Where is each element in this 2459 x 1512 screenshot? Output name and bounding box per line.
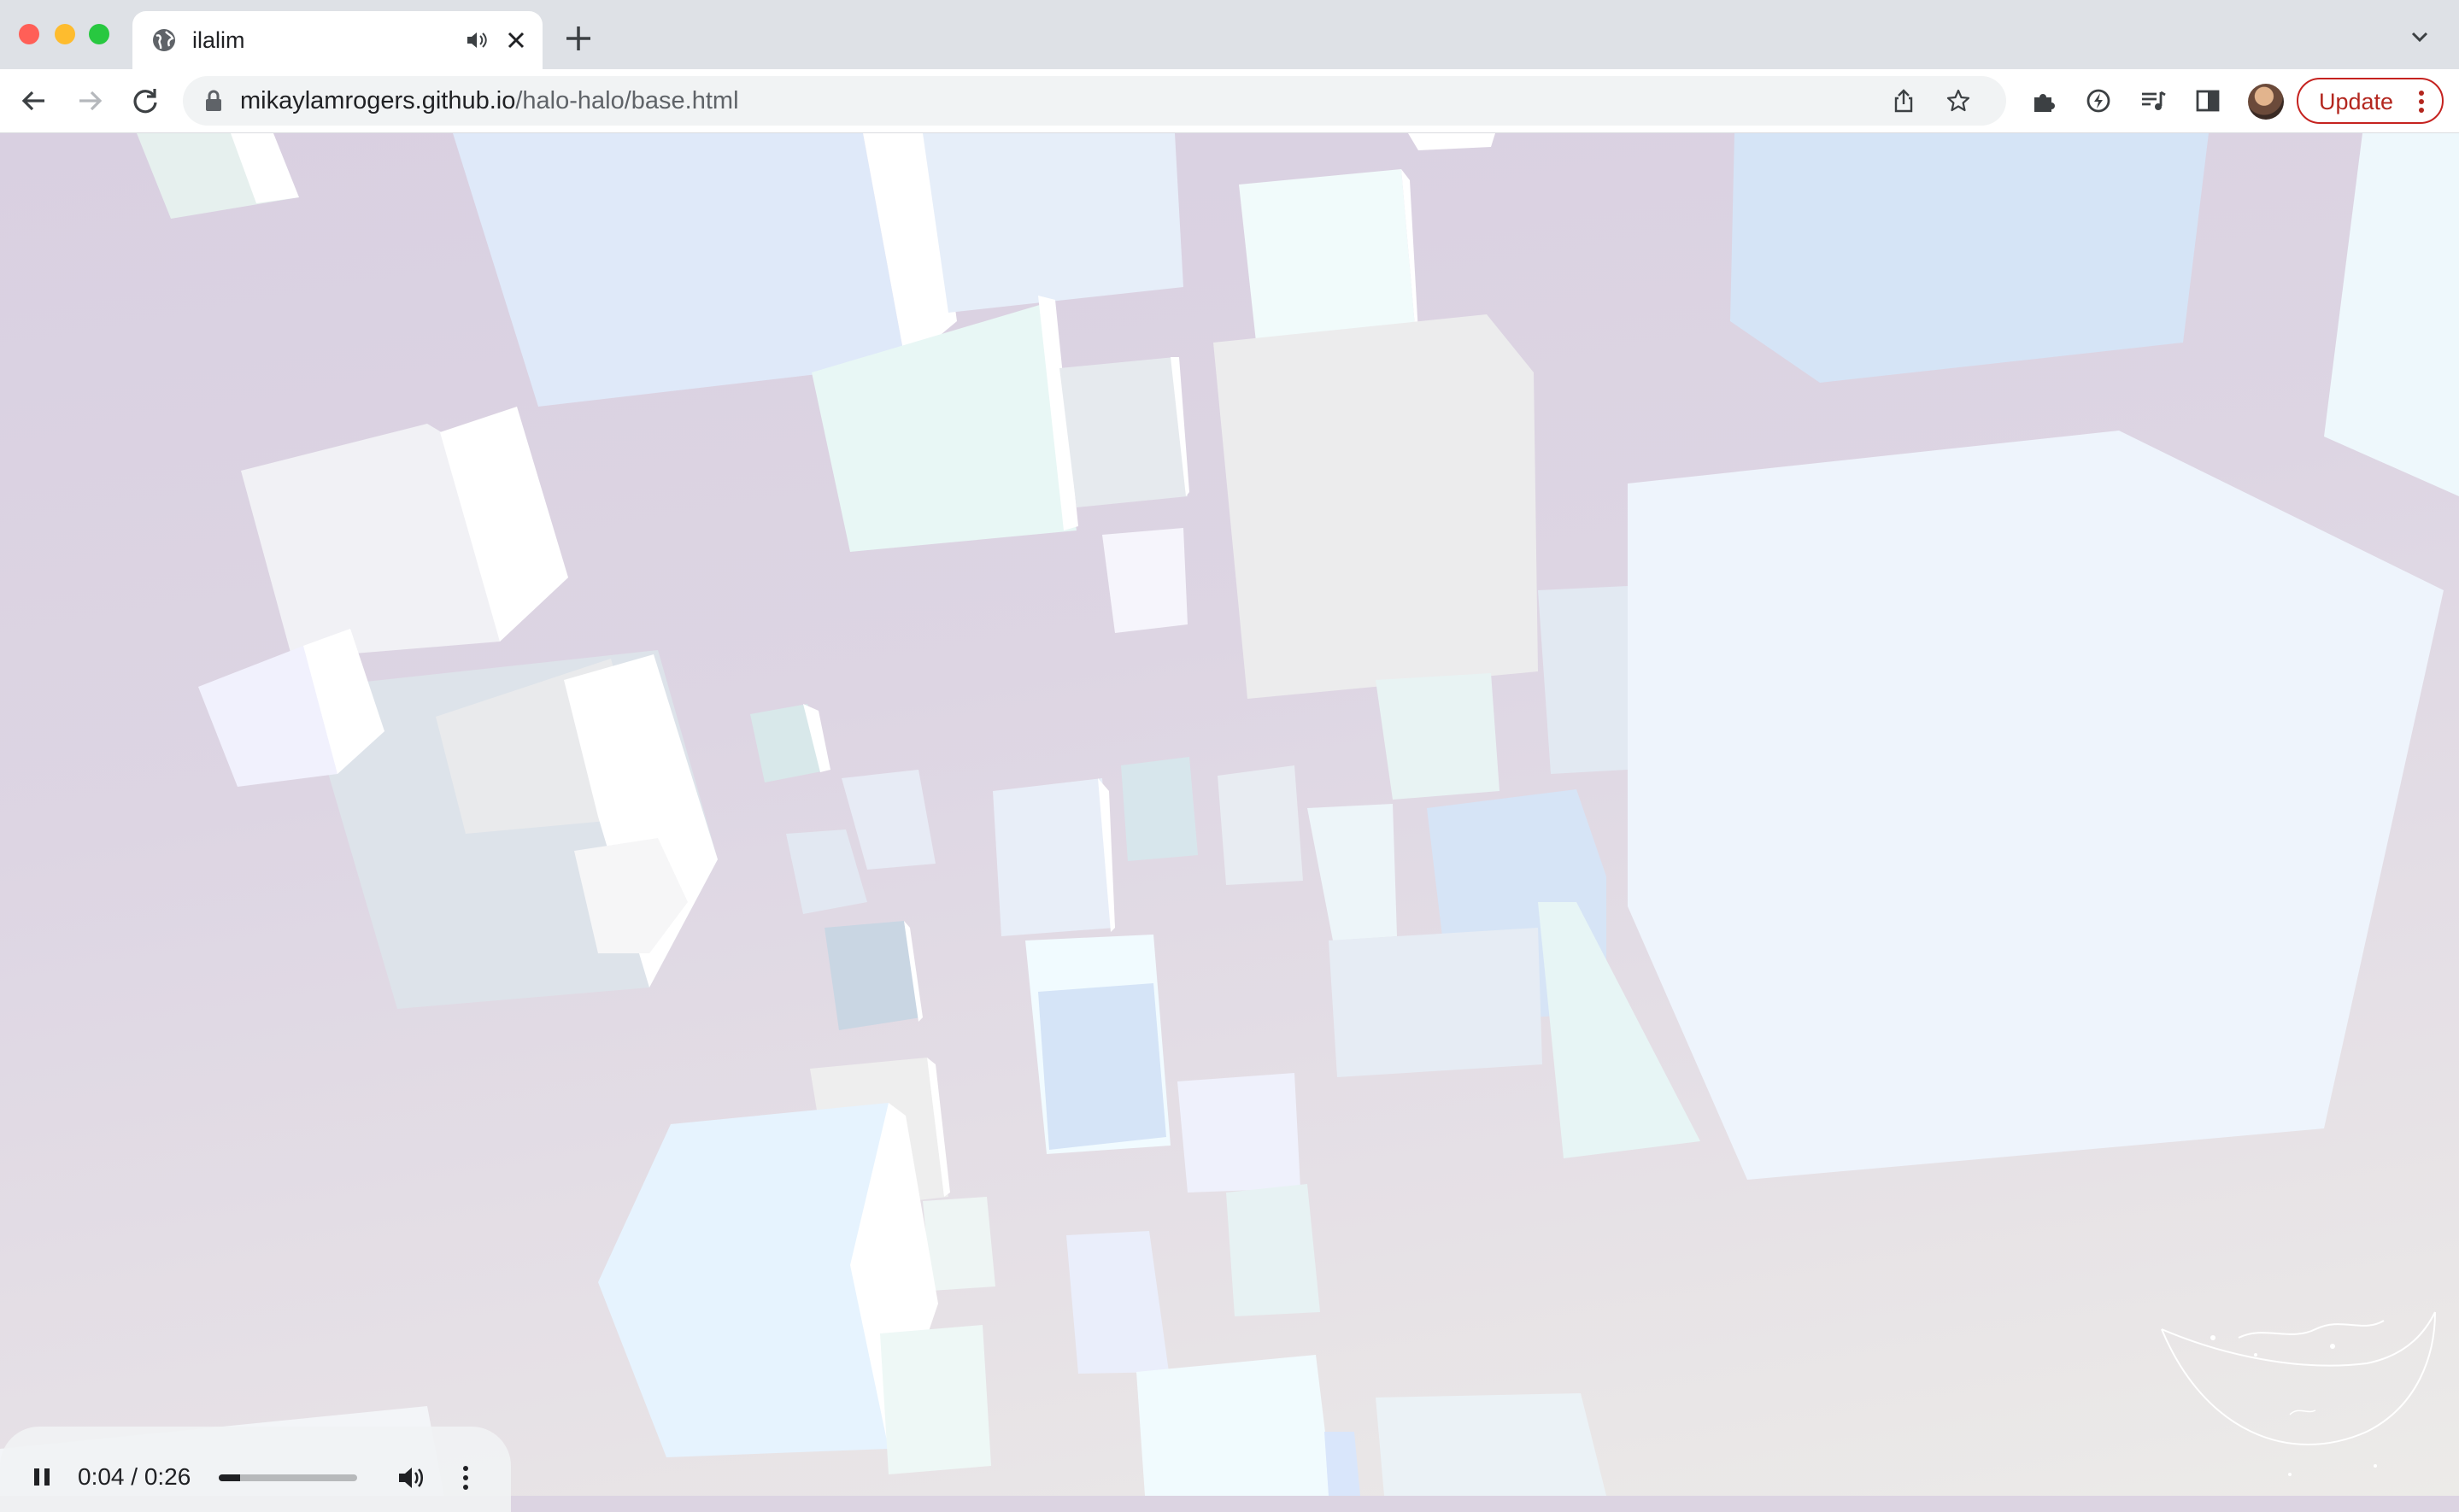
side-panel-icon[interactable] bbox=[2194, 87, 2221, 114]
tab-strip: ilalim bbox=[0, 0, 2459, 69]
floating-cubes bbox=[0, 133, 2459, 1496]
chevron-down-icon[interactable] bbox=[2407, 24, 2433, 50]
url-domain: mikaylamrogers.github.io bbox=[240, 87, 516, 114]
progress-slider[interactable] bbox=[219, 1474, 357, 1481]
window-zoom-button[interactable] bbox=[89, 24, 109, 44]
address-bar[interactable]: mikaylamrogers.github.io/halo-halo/base.… bbox=[183, 76, 2006, 126]
url-text[interactable]: mikaylamrogers.github.io/halo-halo/base.… bbox=[240, 88, 739, 114]
update-label: Update bbox=[2319, 89, 2394, 114]
more-options-icon[interactable] bbox=[457, 1462, 474, 1493]
web-content-viewport bbox=[0, 133, 2459, 1496]
video-controls: 0:04 / 0:26 bbox=[0, 1427, 511, 1512]
close-icon[interactable] bbox=[500, 24, 532, 56]
volume-icon[interactable] bbox=[396, 1462, 426, 1493]
pause-icon[interactable] bbox=[29, 1464, 55, 1490]
new-tab-button[interactable] bbox=[561, 21, 596, 56]
extension-icon[interactable] bbox=[2085, 87, 2112, 114]
window-minimize-button[interactable] bbox=[55, 24, 75, 44]
share-icon[interactable] bbox=[1891, 88, 1916, 114]
cube-scene-canvas bbox=[0, 133, 2459, 1496]
speaker-icon[interactable] bbox=[464, 27, 490, 53]
star-icon[interactable] bbox=[1945, 88, 1971, 114]
url-path: /halo-halo/base.html bbox=[515, 87, 739, 114]
forward-arrow-icon[interactable] bbox=[73, 84, 107, 118]
update-button[interactable]: Update bbox=[2297, 78, 2444, 124]
kebab-menu-icon[interactable] bbox=[2416, 89, 2427, 114]
extensions-puzzle-icon[interactable] bbox=[2030, 87, 2057, 114]
globe-icon bbox=[153, 29, 175, 51]
signature-doodle-icon bbox=[2161, 1311, 2436, 1476]
browser-toolbar: mikaylamrogers.github.io/halo-halo/base.… bbox=[0, 69, 2459, 133]
time-display: 0:04 / 0:26 bbox=[78, 1463, 191, 1490]
lock-icon[interactable] bbox=[203, 90, 224, 112]
progress-fill bbox=[219, 1474, 240, 1481]
media-queue-icon[interactable] bbox=[2139, 87, 2167, 114]
window-close-button[interactable] bbox=[19, 24, 39, 44]
tab-title: ilalim bbox=[192, 27, 245, 53]
back-arrow-icon[interactable] bbox=[17, 84, 51, 118]
profile-avatar[interactable] bbox=[2248, 84, 2284, 120]
reload-icon[interactable] bbox=[128, 84, 162, 118]
browser-tab[interactable]: ilalim bbox=[132, 11, 543, 69]
